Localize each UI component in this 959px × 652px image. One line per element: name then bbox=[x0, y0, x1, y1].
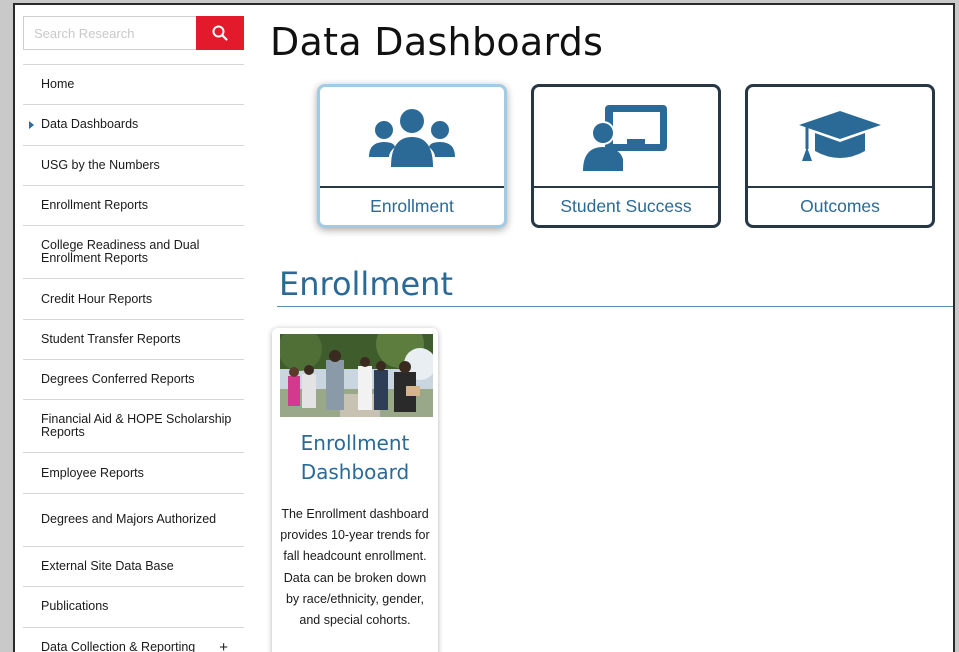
sidebar-item-student-transfer-reports[interactable]: Student Transfer Reports bbox=[23, 320, 244, 360]
sidebar-item-data-dashboards[interactable]: Data Dashboards bbox=[23, 105, 244, 146]
sidebar-item-label: Publications bbox=[41, 599, 109, 614]
sidebar-item-college-readiness[interactable]: College Readiness and Dual Enrollment Re… bbox=[23, 226, 244, 280]
card-photo bbox=[280, 334, 433, 417]
sidebar-item-label: Data Dashboards bbox=[41, 117, 139, 132]
card-description: The Enrollment dashboard provides 10-yea… bbox=[280, 507, 430, 628]
sidebar-item-label: Credit Hour Reports bbox=[41, 291, 153, 306]
sidebar-item-label: Degrees and Majors Authorized bbox=[41, 512, 217, 527]
section-title: Enrollment bbox=[279, 265, 453, 303]
users-icon bbox=[369, 108, 455, 167]
sidebar-item-employee-reports[interactable]: Employee Reports bbox=[23, 453, 244, 494]
sidebar-item-home[interactable]: Home bbox=[23, 65, 244, 106]
sidebar-item-credit-hour-reports[interactable]: Credit Hour Reports bbox=[23, 279, 244, 320]
expand-plus-icon[interactable]: + bbox=[219, 640, 228, 652]
sidebar-item-label: Financial Aid & HOPE Scholarship Reports bbox=[41, 412, 232, 440]
sidebar-item-label: College Readiness and Dual Enrollment Re… bbox=[41, 238, 200, 266]
section-divider bbox=[277, 306, 953, 307]
search-input[interactable] bbox=[23, 16, 196, 50]
sidebar-item-data-collection[interactable]: Data Collection & Reporting + bbox=[23, 628, 244, 652]
card-title[interactable]: Enrollment Dashboard bbox=[272, 429, 438, 487]
page-title: Data Dashboards bbox=[270, 20, 604, 64]
sidebar-item-label: Degrees Conferred Reports bbox=[41, 372, 195, 387]
sidebar-nav: Home Data Dashboards USG by the Numbers … bbox=[23, 64, 244, 652]
enrollment-dashboard-card[interactable]: Enrollment Dashboard The Enrollment dash… bbox=[272, 328, 438, 652]
sidebar-item-degrees-conferred-reports[interactable]: Degrees Conferred Reports bbox=[23, 360, 244, 401]
search-button[interactable] bbox=[196, 16, 244, 50]
sidebar-item-financial-aid[interactable]: Financial Aid & HOPE Scholarship Reports bbox=[23, 400, 244, 454]
sidebar-item-label: Student Transfer Reports bbox=[41, 331, 181, 346]
tile-label: Enrollment bbox=[370, 196, 454, 216]
page-frame: Home Data Dashboards USG by the Numbers … bbox=[13, 3, 955, 652]
tile-icon-area bbox=[748, 87, 932, 188]
tile-icon-area bbox=[320, 87, 504, 188]
tile-student-success[interactable]: Student Success bbox=[531, 84, 721, 228]
sidebar-item-enrollment-reports[interactable]: Enrollment Reports bbox=[23, 186, 244, 227]
presentation-icon bbox=[583, 104, 667, 171]
sidebar-item-label: USG by the Numbers bbox=[41, 157, 160, 172]
tile-label: Student Success bbox=[560, 196, 692, 216]
tile-icon-area bbox=[534, 87, 718, 188]
caret-right-icon bbox=[29, 120, 34, 129]
search-icon bbox=[212, 25, 228, 41]
sidebar-item-label: Employee Reports bbox=[41, 465, 144, 480]
graduation-cap-icon bbox=[799, 110, 881, 161]
tile-label: Outcomes bbox=[800, 196, 880, 216]
tile-outcomes[interactable]: Outcomes bbox=[745, 84, 935, 228]
sidebar-item-publications[interactable]: Publications bbox=[23, 587, 244, 628]
sidebar-item-label: External Site Data Base bbox=[41, 559, 174, 574]
sidebar-item-degrees-and-majors[interactable]: Degrees and Majors Authorized bbox=[23, 494, 244, 547]
tile-enrollment[interactable]: Enrollment bbox=[317, 84, 507, 228]
sidebar-item-label: Data Collection & Reporting bbox=[41, 639, 196, 652]
sidebar-item-label: Home bbox=[41, 77, 75, 92]
search-bar bbox=[23, 16, 244, 50]
sidebar-item-usg-by-the-numbers[interactable]: USG by the Numbers bbox=[23, 146, 244, 186]
sidebar-item-external-site-data-base[interactable]: External Site Data Base bbox=[23, 547, 244, 588]
sidebar-item-label: Enrollment Reports bbox=[41, 198, 148, 213]
